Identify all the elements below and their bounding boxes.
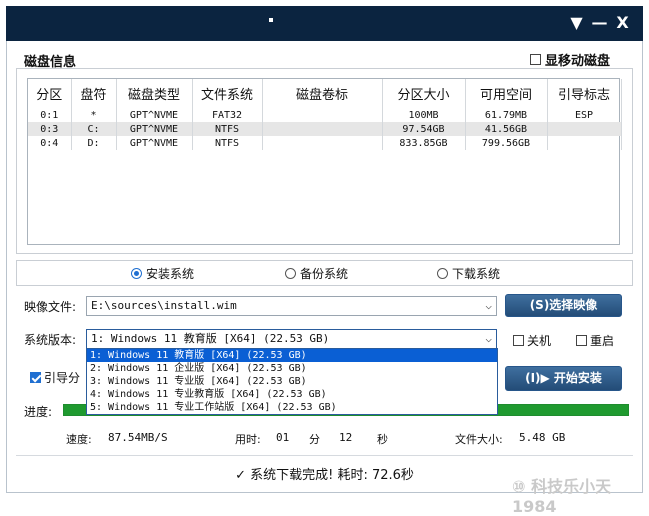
menu-dropdown-icon[interactable]: ▼ (568, 13, 585, 32)
dropdown-option[interactable]: 4: Windows 11 专业教育版 [X64] (22.53 GB) (87, 388, 497, 401)
table-cell: 0:4 (28, 136, 72, 150)
speed-label: 速度: (66, 433, 92, 446)
show-removable-disk-checkbox[interactable]: 显移动磁盘 (530, 50, 610, 69)
image-file-value: E:\sources\install.wim (91, 299, 237, 312)
table-cell: 0:1 (28, 108, 72, 122)
mode-install-radio[interactable]: 安装系统 (131, 265, 194, 282)
seconds-unit: 秒 (377, 433, 388, 446)
radio-selected-icon[interactable] (131, 268, 142, 279)
table-cell: 0:3 (28, 122, 72, 136)
chevron-down-icon[interactable]: ⌵ (485, 330, 492, 348)
system-version-label: 系统版本: (24, 333, 77, 347)
mode-download-radio[interactable]: 下载系统 (437, 265, 500, 282)
table-cell (547, 122, 622, 136)
progress-label: 进度: (24, 405, 53, 419)
table-cell: GPT^NVME (116, 122, 193, 136)
table-cell (262, 122, 383, 136)
checkbox-box[interactable] (530, 54, 541, 65)
speed-value: 87.54MB/S (108, 431, 168, 444)
restart-label: 重启 (590, 334, 615, 348)
checkbox-checked-icon[interactable] (30, 372, 41, 383)
boot-partition-label: 引导分 (44, 371, 81, 385)
system-version-value: 1: Windows 11 教育版 [X64] (22.53 GB) (91, 332, 330, 345)
table-row[interactable]: 0:1 * GPT^NVME FAT32 100MB 61.79MB ESP (28, 108, 622, 122)
dropdown-option[interactable]: 5: Windows 11 专业工作站版 [X64] (22.53 GB) (87, 401, 497, 414)
table-cell: C: (71, 122, 117, 136)
table-row[interactable]: 0:4 D: GPT^NVME NTFS 833.85GB 799.56GB (28, 136, 622, 150)
checkbox-box[interactable] (576, 335, 587, 346)
system-version-select[interactable]: 1: Windows 11 教育版 [X64] (22.53 GB) ⌵ (86, 329, 497, 349)
column-header[interactable]: 分区大小 (382, 79, 466, 108)
table-cell: * (71, 108, 117, 122)
table-header-row: 分区 盘符 磁盘类型 文件系统 磁盘卷标 分区大小 可用空间 引导标志 (28, 79, 622, 108)
table-cell: FAT32 (192, 108, 263, 122)
table-cell: GPT^NVME (116, 136, 193, 150)
column-header[interactable]: 文件系统 (192, 79, 263, 108)
table-cell (547, 136, 622, 150)
dropdown-option[interactable]: 2: Windows 11 企业版 [X64] (22.53 GB) (87, 362, 497, 375)
table-cell (262, 108, 383, 122)
table-cell: D: (71, 136, 117, 150)
column-header[interactable]: 引导标志 (547, 79, 622, 108)
radio-icon[interactable] (437, 268, 448, 279)
window-controls: ▼ — X (568, 13, 631, 32)
mode-download-label: 下载系统 (452, 267, 501, 281)
minimize-icon[interactable]: — (591, 13, 608, 32)
column-header[interactable]: 可用空间 (465, 79, 548, 108)
minutes-unit: 分 (309, 433, 320, 446)
status-separator (16, 455, 633, 456)
checkbox-box[interactable] (513, 335, 524, 346)
shutdown-checkbox[interactable]: 关机 (513, 332, 551, 349)
table-cell: ESP (547, 108, 622, 122)
system-version-dropdown[interactable]: 1: Windows 11 教育版 [X64] (22.53 GB) 2: Wi… (86, 348, 498, 415)
file-size-label: 文件大小: (455, 433, 503, 446)
file-size-value: 5.48 GB (519, 431, 566, 444)
show-removable-disk-label: 显移动磁盘 (545, 54, 611, 69)
table-cell: 833.85GB (382, 136, 466, 150)
disk-table[interactable]: 分区 盘符 磁盘类型 文件系统 磁盘卷标 分区大小 可用空间 引导标志 0:1 … (27, 78, 622, 245)
table-cell: NTFS (192, 136, 263, 150)
boot-partition-checkbox[interactable]: 引导分 (30, 369, 80, 386)
table-cell: NTFS (192, 122, 263, 136)
elapsed-minutes: 01 (276, 431, 290, 444)
chevron-down-icon[interactable]: ⌵ (485, 297, 492, 315)
start-install-button[interactable]: (I)▶ 开始安装 (505, 366, 622, 391)
column-header[interactable]: 分区 (28, 79, 72, 108)
radio-icon[interactable] (285, 268, 296, 279)
elapsed-label: 用时: (235, 433, 261, 446)
elapsed-seconds: 12 (339, 431, 353, 444)
close-icon[interactable]: X (614, 13, 631, 32)
shutdown-label: 关机 (527, 334, 552, 348)
restart-checkbox[interactable]: 重启 (576, 332, 614, 349)
mode-backup-radio[interactable]: 备份系统 (285, 265, 348, 282)
mode-backup-label: 备份系统 (300, 267, 349, 281)
mode-install-label: 安装系统 (146, 267, 195, 281)
table-cell: 61.79MB (465, 108, 548, 122)
dropdown-option[interactable]: 3: Windows 11 专业版 [X64] (22.53 GB) (87, 375, 497, 388)
table-row-selected[interactable]: 0:3 C: GPT^NVME NTFS 97.54GB 41.56GB (28, 122, 622, 136)
column-header[interactable]: 盘符 (71, 79, 117, 108)
watermark: ⑩ 科技乐小天1984 (512, 477, 612, 516)
table-cell: GPT^NVME (116, 108, 193, 122)
select-image-button[interactable]: (S)选择映像 (505, 294, 622, 317)
dropdown-option-selected[interactable]: 1: Windows 11 教育版 [X64] (22.53 GB) (87, 349, 497, 362)
title-bar: ▼ — X (6, 6, 643, 41)
table-cell: 41.56GB (465, 122, 548, 136)
table-cell: 100MB (382, 108, 466, 122)
table-cell: 799.56GB (465, 136, 548, 150)
column-header[interactable]: 磁盘类型 (116, 79, 193, 108)
image-file-select[interactable]: E:\sources\install.wim ⌵ (86, 296, 497, 316)
image-file-label: 映像文件: (24, 300, 77, 314)
column-header[interactable]: 磁盘卷标 (262, 79, 383, 108)
table-cell (262, 136, 383, 150)
table-cell: 97.54GB (382, 122, 466, 136)
title-bar-mark (269, 18, 273, 22)
